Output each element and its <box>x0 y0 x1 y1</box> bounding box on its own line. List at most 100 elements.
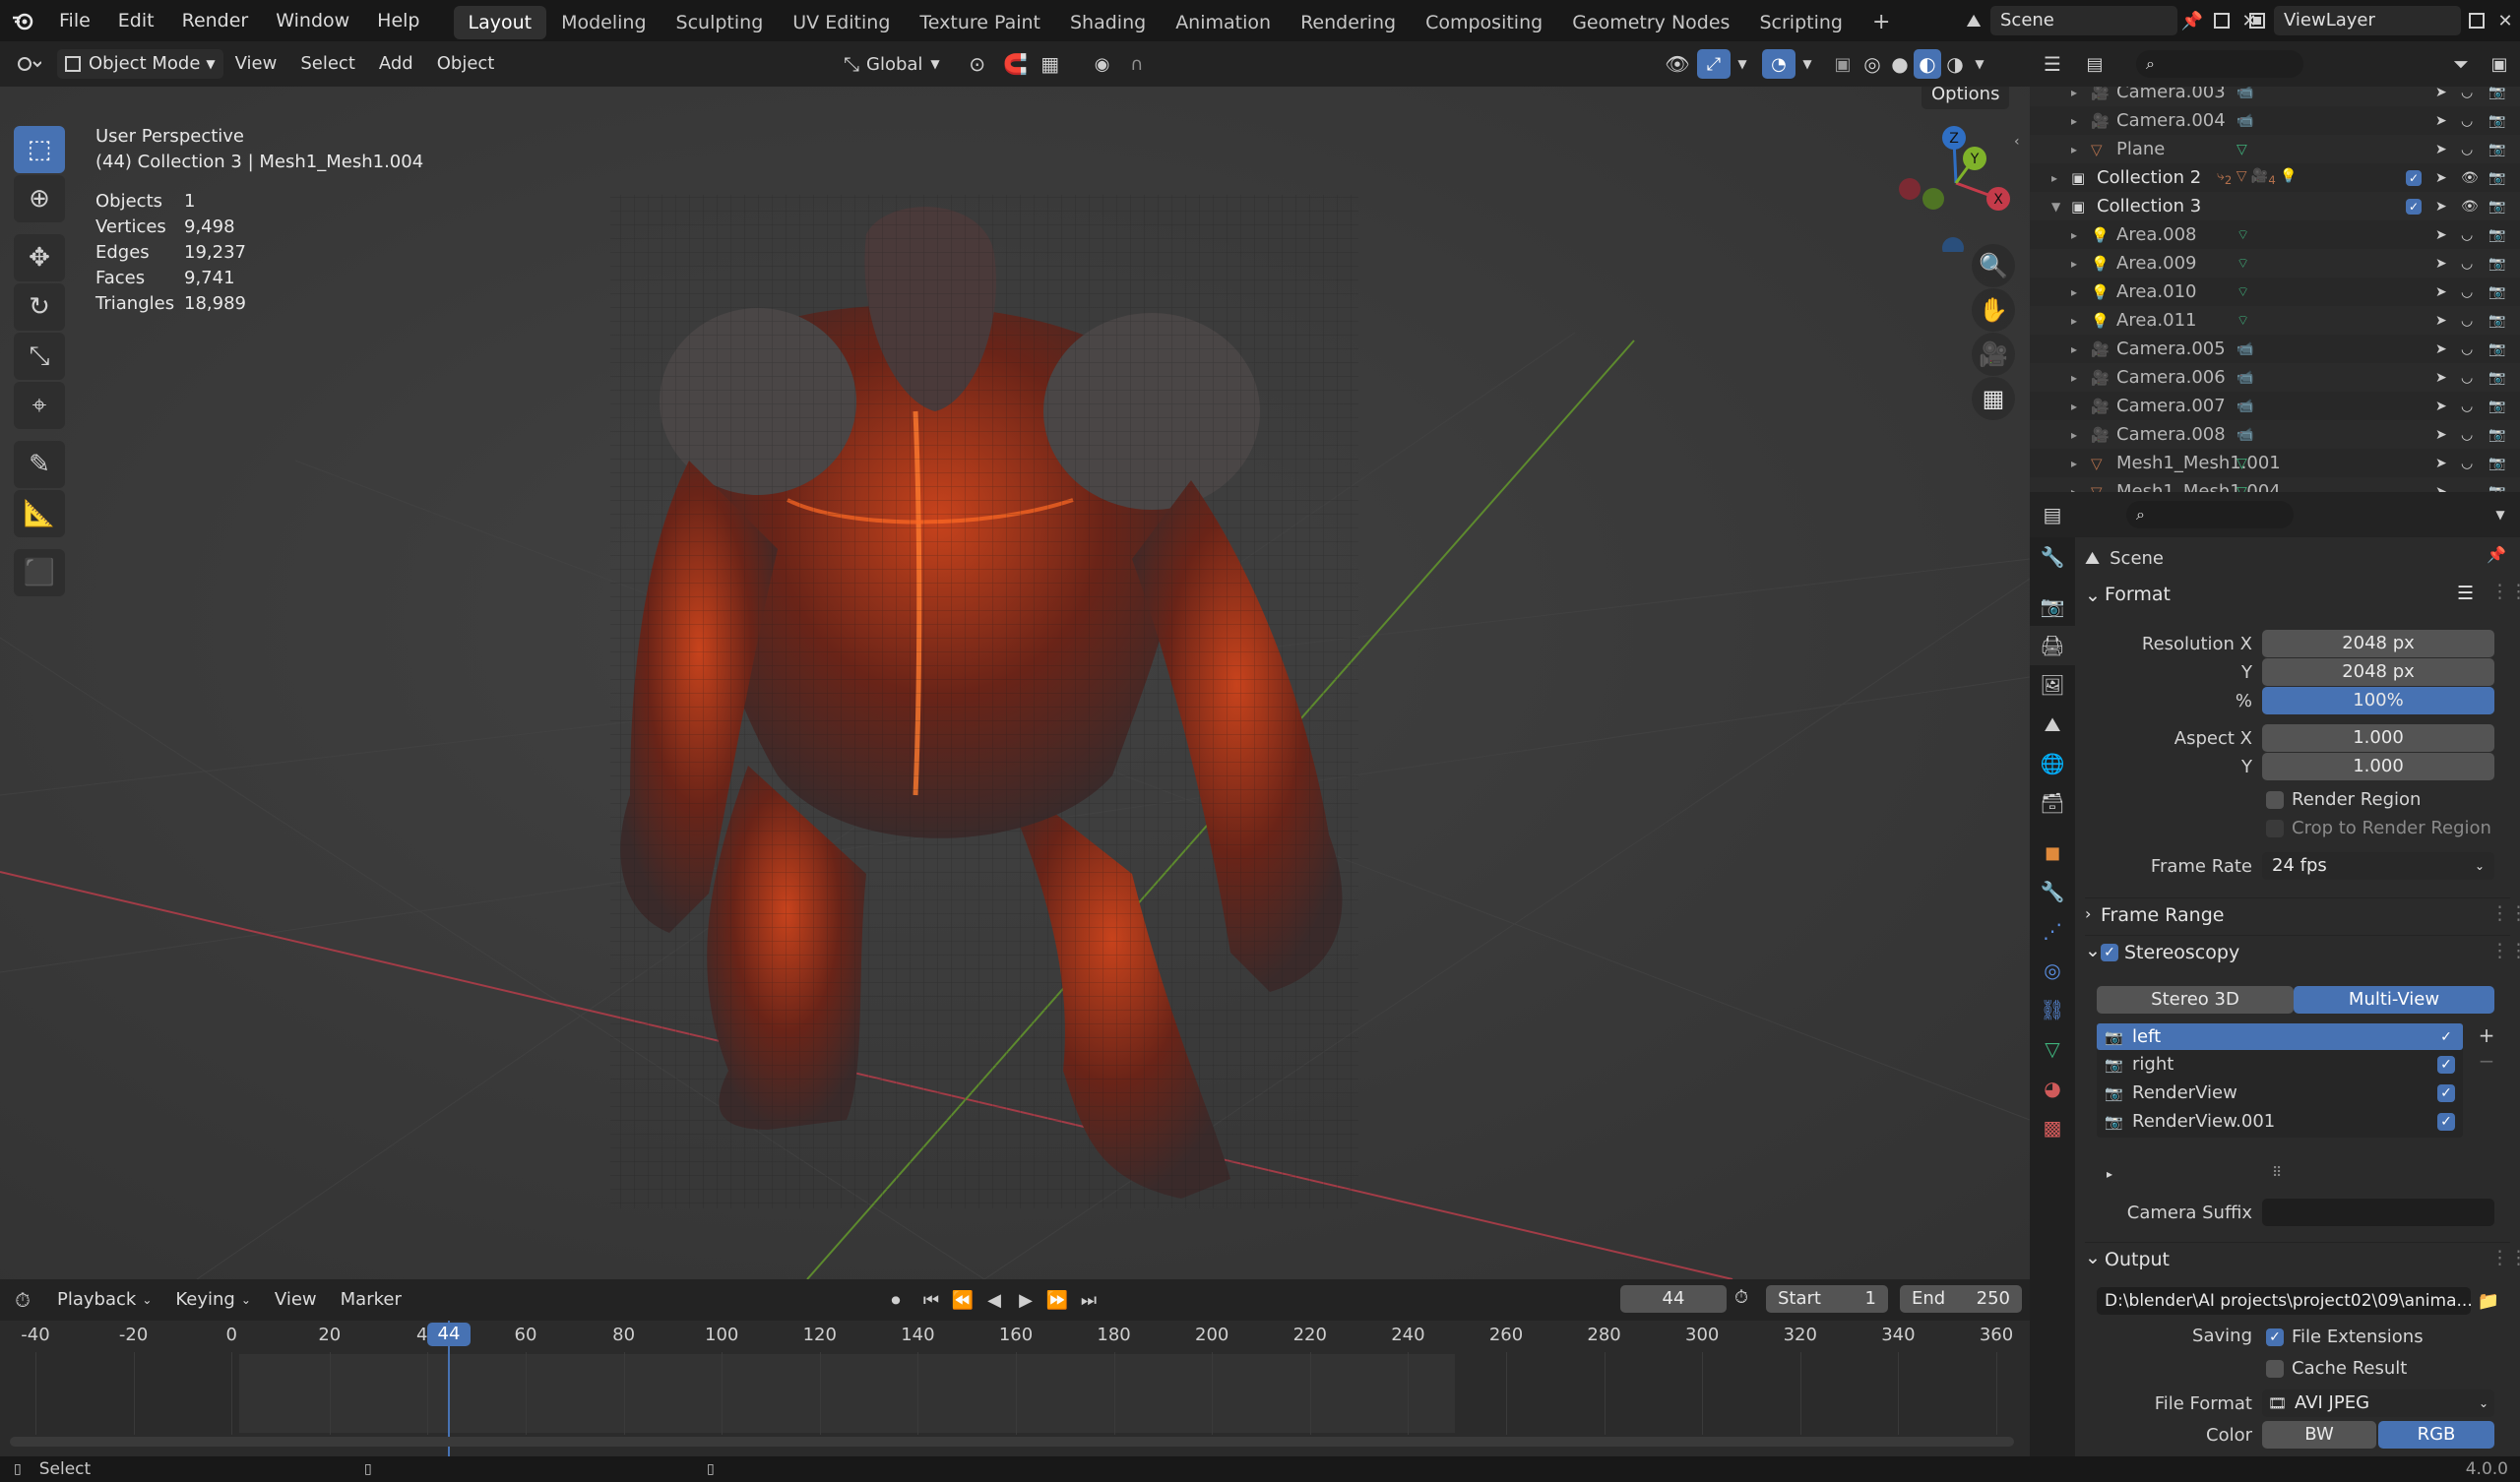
xray-toggle-icon[interactable]: ▣ <box>1827 49 1858 79</box>
snap-icon[interactable]: 🧲 <box>1001 49 1031 79</box>
outliner-row[interactable]: ▸ 🎥 Camera.004 📹 ➤ ◡ 📷 <box>2030 106 2520 135</box>
view-layer-tab-icon[interactable]: 🖼 <box>2030 665 2075 705</box>
stereo-3d-button[interactable]: Stereo 3D <box>2097 986 2294 1014</box>
timeline-scrollbar[interactable] <box>10 1437 2014 1447</box>
chevron-right-icon[interactable]: ▸ <box>2071 371 2077 385</box>
mesh-data-icon[interactable]: ▽ <box>2236 142 2247 157</box>
hide-eye-icon[interactable]: 👁 <box>2461 199 2479 215</box>
mesh-data-icon[interactable]: ▽ <box>2236 456 2247 471</box>
world-tab-icon[interactable]: 🌐 <box>2030 744 2075 783</box>
wireframe-shading-icon[interactable]: ◎ <box>1858 49 1886 79</box>
camera-data-icon[interactable]: 📹 <box>2236 341 2253 357</box>
chevron-down-icon[interactable]: ▼ <box>2487 500 2514 529</box>
transform-tool-icon[interactable]: ⌖ <box>14 382 65 429</box>
list-item[interactable]: 📷 RenderView ✓ <box>2097 1079 2463 1107</box>
record-icon[interactable]: ⏺ <box>878 1285 914 1315</box>
menu-window[interactable]: Window <box>262 0 363 41</box>
tab-layout[interactable]: Layout <box>453 6 547 39</box>
remove-view-icon[interactable]: − <box>2475 1049 2498 1073</box>
outliner-row[interactable]: ▸ ▣ Collection 2 ⤷2 ▽ 🎥4 💡 ✓ ➤ 👁 📷 <box>2030 163 2520 192</box>
menu-render[interactable]: Render <box>168 0 263 41</box>
tab-sculpting[interactable]: Sculpting <box>662 6 779 39</box>
gizmo-toggle-icon[interactable]: ⤢ <box>1697 49 1731 79</box>
stopwatch-icon[interactable]: ⏱ <box>1734 1287 1748 1308</box>
tab-shading[interactable]: Shading <box>1055 6 1161 39</box>
render-camera-icon[interactable]: 📷 <box>2488 284 2505 300</box>
hide-eye-icon[interactable]: ◡ <box>2461 427 2473 443</box>
camera-data-icon[interactable]: 📹 <box>2236 399 2253 414</box>
presets-icon[interactable]: ☰ <box>2457 583 2474 604</box>
outliner-row[interactable]: ▸ 🎥 Camera.007 📹 ➤ ◡ 📷 <box>2030 392 2520 420</box>
output-tab-icon[interactable]: 🖨 <box>2030 626 2075 665</box>
resolution-y-field[interactable]: 2048 px <box>2262 658 2494 686</box>
hide-eye-icon[interactable]: ◡ <box>2461 113 2473 129</box>
hide-eye-icon[interactable]: ◡ <box>2461 256 2473 272</box>
render-camera-icon[interactable]: 📷 <box>2488 370 2505 386</box>
render-camera-icon[interactable]: 📷 <box>2488 484 2505 493</box>
chevron-right-icon[interactable]: ▸ <box>2071 285 2077 299</box>
scene-tab-icon[interactable]: ⛰ <box>2030 705 2075 744</box>
physics-tab-icon[interactable]: ◎ <box>2030 951 2075 990</box>
resolution-percent-slider[interactable]: 100% <box>2262 687 2494 714</box>
menu-select[interactable]: Select <box>288 41 367 87</box>
outliner-editor-icon[interactable]: ☰ <box>2030 41 2075 87</box>
chevron-right-icon[interactable]: ▸ <box>2071 342 2077 356</box>
chevron-down-icon[interactable]: ▼ <box>2051 200 2060 214</box>
rotate-tool-icon[interactable]: ↻ <box>14 283 65 331</box>
view-enabled-checkbox[interactable]: ✓ <box>2437 1083 2455 1102</box>
proportional-edit-icon[interactable]: ◉ <box>1088 49 1117 79</box>
render-camera-icon[interactable]: 📷 <box>2488 399 2505 414</box>
chevron-down-icon[interactable]: ▼ <box>1796 49 1819 79</box>
tab-compositing[interactable]: Compositing <box>1411 6 1557 39</box>
play-icon[interactable]: ▶ <box>1012 1285 1040 1315</box>
menu-object[interactable]: Object <box>425 41 507 87</box>
chevron-right-icon[interactable]: ▸ <box>2071 428 2077 442</box>
chevron-right-icon[interactable]: ▸ <box>2071 314 2077 328</box>
tab-geometry-nodes[interactable]: Geometry Nodes <box>1557 6 1744 39</box>
render-camera-icon[interactable]: 📷 <box>2488 313 2505 329</box>
chevron-right-icon[interactable]: ▸ <box>2071 143 2077 156</box>
navigation-gizmo[interactable]: Z X Y <box>1892 124 2020 252</box>
add-cube-tool-icon[interactable]: ⬛ <box>14 549 65 596</box>
menu-file[interactable]: File <box>45 0 104 41</box>
render-camera-icon[interactable]: 📷 <box>2488 427 2505 443</box>
stereoscopy-panel-header[interactable]: ⌄ ✓ Stereoscopy ⋮⋮ <box>2085 935 2520 964</box>
select-arrow-icon[interactable]: ➤ <box>2435 399 2447 414</box>
new-collection-icon[interactable]: ▣ <box>2485 49 2514 79</box>
data-tab-icon[interactable]: ▽ <box>2030 1029 2075 1069</box>
hide-eye-icon[interactable]: ◡ <box>2461 313 2473 329</box>
hide-eye-icon[interactable]: ◡ <box>2461 484 2473 493</box>
select-arrow-icon[interactable]: ➤ <box>2435 199 2447 215</box>
rendered-shading-icon[interactable]: ◑ <box>1941 49 1969 79</box>
select-arrow-icon[interactable]: ➤ <box>2435 87 2447 100</box>
view-enabled-checkbox[interactable]: ✓ <box>2437 1027 2455 1046</box>
timeline-ruler[interactable]: -40-200204060801001201401601802002202402… <box>0 1321 2030 1435</box>
camera-data-icon[interactable]: 📹 <box>2236 427 2253 443</box>
particles-tab-icon[interactable]: ⋰ <box>2030 911 2075 951</box>
list-item[interactable]: 📷 RenderView.001 ✓ <box>2097 1107 2463 1136</box>
aspect-y-field[interactable]: 1.000 <box>2262 753 2494 780</box>
tab-modeling[interactable]: Modeling <box>546 6 661 39</box>
select-arrow-icon[interactable]: ➤ <box>2435 341 2447 357</box>
properties-editor-icon[interactable]: ▤ <box>2030 492 2075 537</box>
color-rgb-button[interactable]: RGB <box>2378 1421 2494 1449</box>
jump-end-icon[interactable]: ⏭ <box>1075 1285 1102 1315</box>
next-keyframe-icon[interactable]: ⏩ <box>1043 1285 1071 1315</box>
pin-icon[interactable]: 📌 <box>2487 545 2506 564</box>
menu-timeline-view[interactable]: View <box>263 1279 329 1321</box>
render-camera-icon[interactable]: 📷 <box>2488 227 2505 243</box>
render-camera-icon[interactable]: 📷 <box>2488 113 2505 129</box>
jump-start-icon[interactable]: ⏮ <box>917 1285 945 1315</box>
render-camera-icon[interactable]: 📷 <box>2488 87 2505 100</box>
delete-view-layer-icon[interactable]: ✕ <box>2492 6 2518 35</box>
chevron-down-icon[interactable]: ▼ <box>1969 49 1990 79</box>
hide-eye-icon[interactable]: ◡ <box>2461 142 2473 157</box>
format-panel-header[interactable]: ⌄ Format ☰ ⋮⋮ <box>2085 581 2520 612</box>
select-arrow-icon[interactable]: ➤ <box>2435 256 2447 272</box>
menu-marker[interactable]: Marker <box>329 1279 413 1321</box>
sidebar-toggle-icon[interactable]: ‹ <box>2014 134 2020 150</box>
hide-eye-icon[interactable]: ◡ <box>2461 456 2473 471</box>
aspect-x-field[interactable]: 1.000 <box>2262 724 2494 752</box>
tab-scripting[interactable]: Scripting <box>1744 6 1858 39</box>
select-arrow-icon[interactable]: ➤ <box>2435 227 2447 243</box>
